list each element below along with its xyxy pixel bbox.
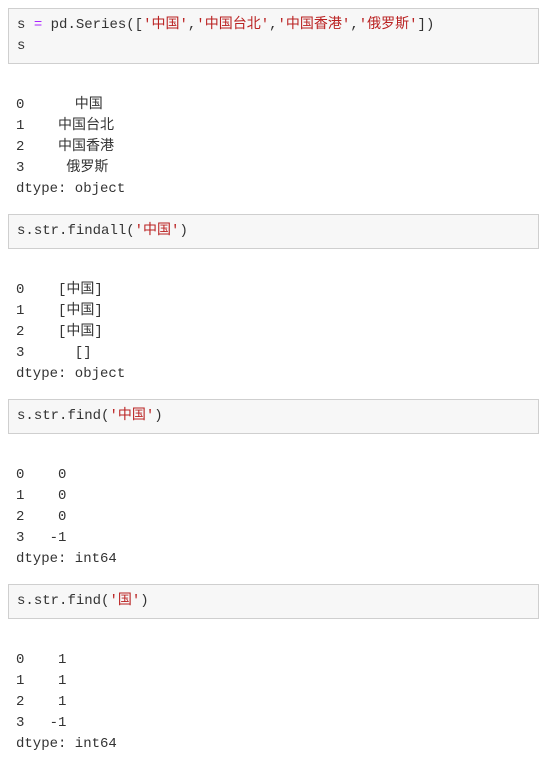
tok-op: = bbox=[34, 17, 42, 33]
tok-ns: str bbox=[34, 408, 59, 424]
code-line-1: s = pd.Series(['中国','中国台北','中国香港','俄罗斯']… bbox=[17, 17, 434, 33]
tok-fn: findall bbox=[67, 223, 126, 239]
tok-close: ) bbox=[140, 593, 148, 609]
tok-open: ( bbox=[126, 223, 134, 239]
tok-str: '中国' bbox=[135, 223, 180, 239]
output-cell-2: 0 0 1 0 2 0 3 -1 dtype: int64 bbox=[8, 438, 539, 576]
code-cell-2: s.str.find('中国') bbox=[8, 399, 539, 434]
tok-str: '中国' bbox=[109, 408, 154, 424]
code-cell-0: s = pd.Series(['中国','中国台北','中国香港','俄罗斯']… bbox=[8, 8, 539, 64]
tok-str: '国' bbox=[109, 593, 140, 609]
tok-str: '俄罗斯' bbox=[359, 17, 418, 33]
tok-dot: . bbox=[25, 408, 33, 424]
code-cell-3: s.str.find('国') bbox=[8, 584, 539, 619]
tok-space bbox=[42, 17, 50, 33]
tok-ns: pd bbox=[51, 17, 68, 33]
tok-ns: str bbox=[34, 593, 59, 609]
tok-comma: , bbox=[269, 17, 277, 33]
output-cell-0: 0 中国 1 中国台北 2 中国香港 3 俄罗斯 dtype: object bbox=[8, 68, 539, 206]
tok-dot: . bbox=[25, 223, 33, 239]
output-cell-1: 0 [中国] 1 [中国] 2 [中国] 3 [] dtype: object bbox=[8, 253, 539, 391]
tok-space bbox=[25, 17, 33, 33]
code-cell-1: s.str.findall('中国') bbox=[8, 214, 539, 249]
tok-comma: , bbox=[350, 17, 358, 33]
tok-str: '中国台北' bbox=[196, 17, 269, 33]
tok-open: ([ bbox=[126, 17, 143, 33]
tok-dot: . bbox=[25, 593, 33, 609]
tok-fn: find bbox=[67, 408, 101, 424]
tok-close: ) bbox=[154, 408, 162, 424]
output-cell-3: 0 1 1 1 2 1 3 -1 dtype: int64 bbox=[8, 623, 539, 761]
tok-str: '中国' bbox=[143, 17, 188, 33]
tok-dot: . bbox=[67, 17, 75, 33]
tok-fn: Series bbox=[76, 17, 126, 33]
tok-ns: str bbox=[34, 223, 59, 239]
tok-close: ]) bbox=[418, 17, 435, 33]
code-line-2: s bbox=[17, 38, 25, 54]
tok-fn: find bbox=[67, 593, 101, 609]
tok-close: ) bbox=[179, 223, 187, 239]
tok-str: '中国香港' bbox=[278, 17, 351, 33]
